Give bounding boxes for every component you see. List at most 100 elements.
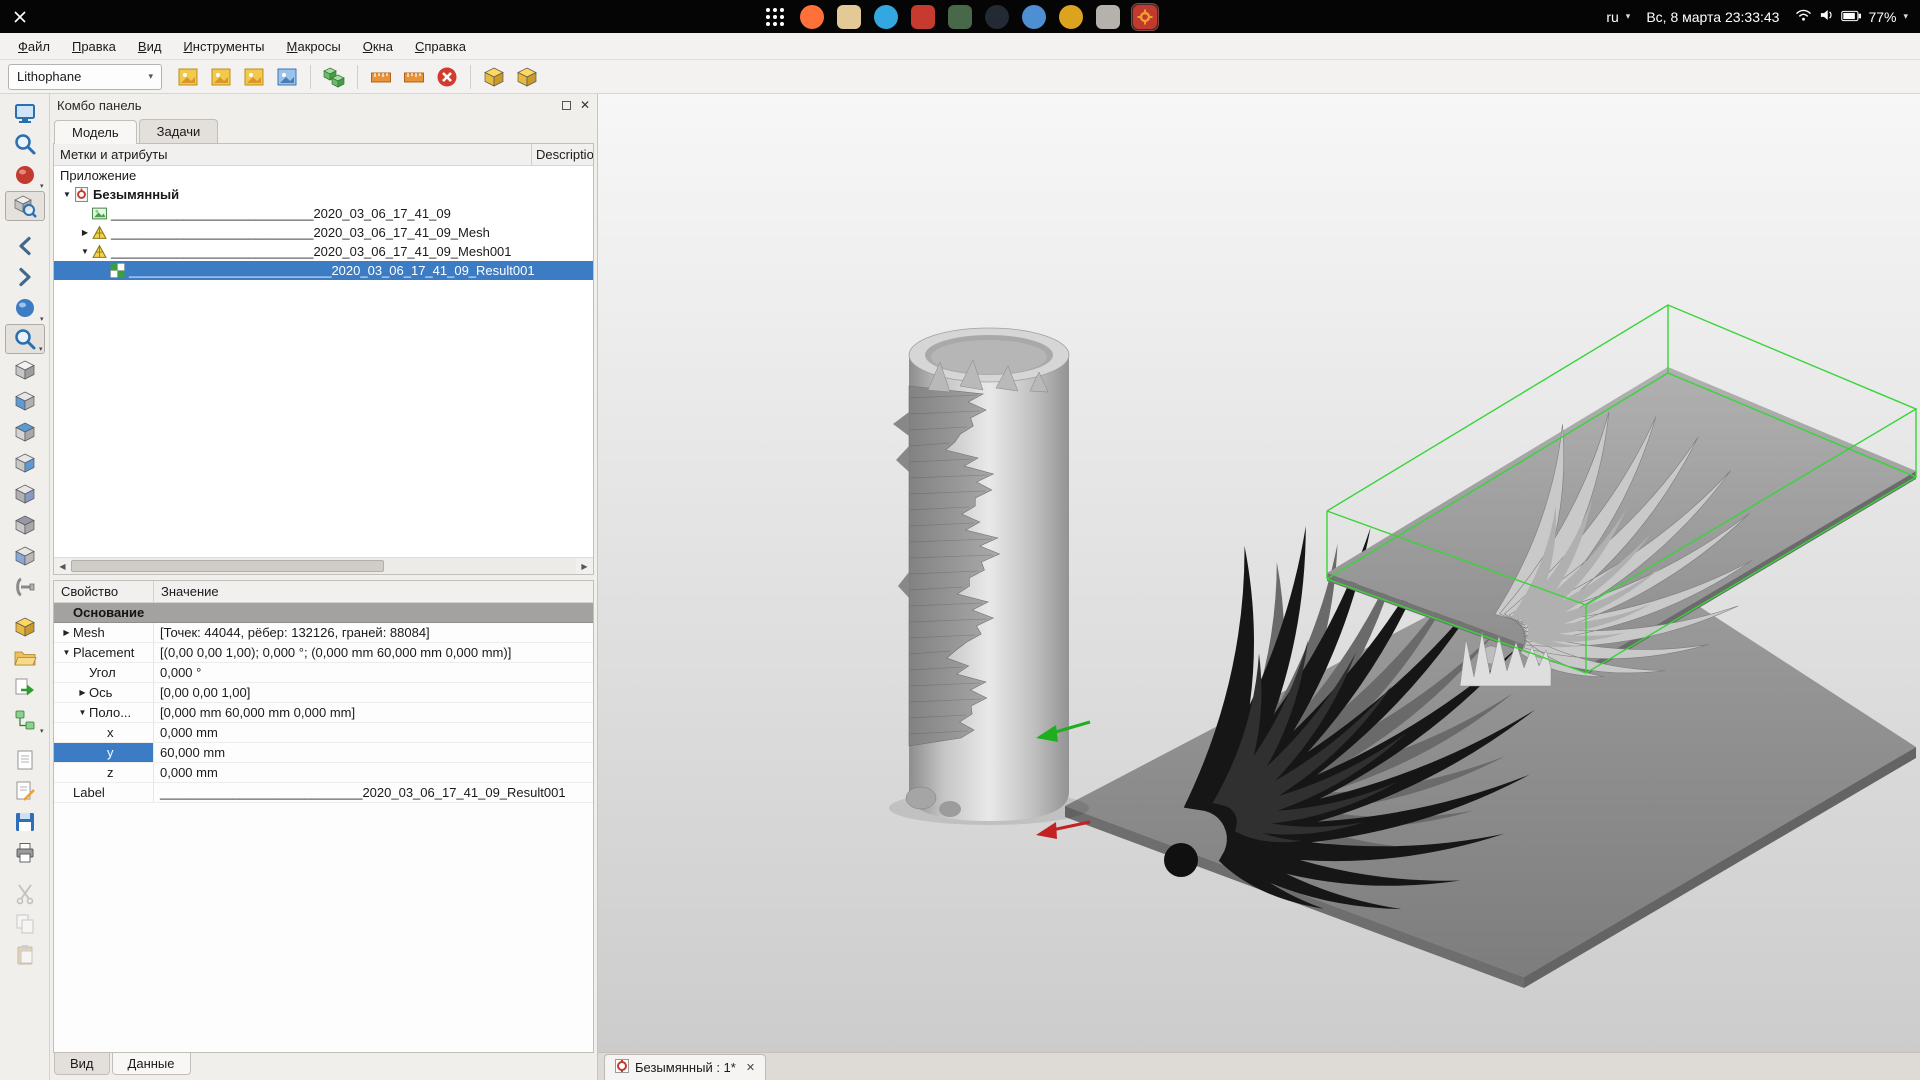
std-views-icon[interactable] — [5, 98, 45, 128]
property-name[interactable]: ▶Ось — [54, 683, 154, 702]
solid-cube-icon[interactable] — [479, 62, 509, 92]
property-value[interactable]: [0,000 mm 60,000 mm 0,000 mm] — [154, 703, 593, 722]
mesh-cube-icon[interactable] — [512, 62, 542, 92]
expand-icon[interactable]: ▶ — [76, 688, 89, 697]
apps-grid-icon[interactable] — [762, 4, 788, 30]
nav-back-icon[interactable] — [5, 231, 45, 261]
tree-item[interactable]: ▼____________________________2020_03_06_… — [54, 242, 593, 261]
lithophane-box-icon[interactable] — [206, 62, 236, 92]
property-name[interactable]: ▼Placement — [54, 643, 154, 662]
system-status-area[interactable]: 77% ▾ — [1795, 8, 1908, 25]
freecad-icon[interactable] — [1132, 4, 1158, 30]
tree-view-icon[interactable]: ▾ — [5, 705, 45, 735]
zoom-icon[interactable] — [5, 129, 45, 159]
collapse-icon[interactable]: ▼ — [76, 708, 89, 717]
collapse-icon[interactable]: ▼ — [78, 247, 92, 256]
axonometric-view-icon[interactable] — [5, 355, 45, 385]
property-name[interactable]: x — [54, 723, 154, 742]
property-value[interactable]: 60,000 mm — [154, 743, 593, 762]
property-row[interactable]: ▼Placement[(0,00 0,00 1,00); 0,000 °; (0… — [54, 643, 593, 663]
tree-item[interactable]: ▶____________________________2020_03_06_… — [54, 223, 593, 242]
nav-forward-icon[interactable] — [5, 262, 45, 292]
property-value[interactable]: 0,000 ° — [154, 663, 593, 682]
menu-item-5[interactable]: Окна — [353, 36, 403, 57]
property-row[interactable]: Label____________________________2020_03… — [54, 783, 593, 803]
measure-distance-icon[interactable] — [5, 572, 45, 602]
tree-item[interactable]: ____________________________2020_03_06_1… — [54, 261, 593, 280]
save-icon[interactable] — [5, 807, 45, 837]
property-row[interactable]: Угол0,000 ° — [54, 663, 593, 683]
property-value[interactable]: 0,000 mm — [154, 763, 593, 782]
measure-plate-icon[interactable] — [399, 62, 429, 92]
print-icon[interactable] — [5, 838, 45, 868]
property-name[interactable]: ▶Mesh — [54, 623, 154, 642]
lithophane-cylinder-icon[interactable] — [239, 62, 269, 92]
property-row[interactable]: y60,000 mm — [54, 743, 593, 763]
menu-item-4[interactable]: Макросы — [276, 36, 350, 57]
property-name[interactable]: ▼Поло... — [54, 703, 154, 722]
property-name[interactable]: Угол — [54, 663, 154, 682]
bottom-view-icon[interactable] — [5, 510, 45, 540]
browser-icon[interactable] — [1021, 4, 1047, 30]
part-box-icon[interactable] — [5, 612, 45, 642]
edit-doc-icon[interactable] — [5, 776, 45, 806]
tab-Задачи[interactable]: Задачи — [139, 119, 219, 143]
property-row[interactable]: ▶Mesh[Точек: 44044, рёбер: 132126, гране… — [54, 623, 593, 643]
video-icon[interactable] — [910, 4, 936, 30]
property-name[interactable]: z — [54, 763, 154, 782]
property-value[interactable]: [Точек: 44044, рёбер: 132126, граней: 88… — [154, 623, 593, 642]
scrollbar-track[interactable] — [71, 558, 576, 574]
isometric-icon[interactable]: ▾ — [5, 293, 45, 323]
expand-icon[interactable]: ▶ — [78, 228, 92, 237]
files-icon[interactable] — [836, 4, 862, 30]
property-row[interactable]: ▶Ось[0,00 0,00 1,00] — [54, 683, 593, 703]
tree-horizontal-scrollbar[interactable]: ◀ ▶ — [54, 557, 593, 574]
float-panel-icon[interactable] — [562, 101, 571, 110]
close-panel-icon[interactable]: ✕ — [580, 99, 590, 111]
game-icon[interactable] — [1058, 4, 1084, 30]
3d-viewport[interactable]: Безымянный : 1* ✕ — [598, 94, 1920, 1080]
clock[interactable]: Вс, 8 марта 23:33:43 — [1646, 9, 1779, 25]
lithophane-viewer-icon[interactable] — [272, 62, 302, 92]
property-value[interactable]: [0,00 0,00 1,00] — [154, 683, 593, 702]
menu-item-1[interactable]: Правка — [62, 36, 126, 57]
property-row[interactable]: x0,000 mm — [54, 723, 593, 743]
firefox-icon[interactable] — [799, 4, 825, 30]
merge-mesh-icon[interactable] — [319, 62, 349, 92]
menu-item-3[interactable]: Инструменты — [173, 36, 274, 57]
top-view-icon[interactable] — [5, 417, 45, 447]
property-row[interactable]: ▼Поло...[0,000 mm 60,000 mm 0,000 mm] — [54, 703, 593, 723]
close-icon[interactable] — [14, 0, 26, 33]
property-value[interactable]: 0,000 mm — [154, 723, 593, 742]
menu-item-6[interactable]: Справка — [405, 36, 476, 57]
search-app-icon[interactable] — [984, 4, 1010, 30]
scroll-left-icon[interactable]: ◀ — [54, 562, 71, 571]
new-doc-icon[interactable] — [5, 745, 45, 775]
menu-item-2[interactable]: Вид — [128, 36, 172, 57]
property-row[interactable]: z0,000 mm — [54, 763, 593, 783]
property-value[interactable]: ____________________________2020_03_06_1… — [154, 783, 593, 802]
property-name[interactable]: Label — [54, 783, 154, 802]
scroll-right-icon[interactable]: ▶ — [576, 562, 593, 571]
collapse-icon[interactable]: ▼ — [60, 648, 73, 657]
tree-item[interactable]: ____________________________2020_03_06_1… — [54, 204, 593, 223]
fit-zoom-icon[interactable]: ▾ — [5, 324, 45, 354]
collapse-icon[interactable]: ▼ — [60, 190, 74, 199]
rear-view-icon[interactable] — [5, 479, 45, 509]
lithophane-image-icon[interactable] — [173, 62, 203, 92]
measure-box-icon[interactable] — [366, 62, 396, 92]
tab-Данные[interactable]: Данные — [112, 1053, 191, 1075]
keyboard-layout-indicator[interactable]: ru ▾ — [1606, 9, 1630, 25]
calculator-icon[interactable] — [947, 4, 973, 30]
property-name[interactable]: y — [54, 743, 154, 762]
abort-icon[interactable] — [432, 62, 462, 92]
menu-item-0[interactable]: Файл — [8, 36, 60, 57]
tab-Вид[interactable]: Вид — [54, 1053, 110, 1075]
right-view-icon[interactable] — [5, 448, 45, 478]
close-tab-icon[interactable]: ✕ — [746, 1061, 755, 1074]
messenger-icon[interactable] — [873, 4, 899, 30]
tree-item[interactable]: ▼Безымянный — [54, 185, 593, 204]
left-view-icon[interactable] — [5, 541, 45, 571]
box-zoom-icon[interactable] — [5, 191, 45, 221]
document-tab[interactable]: Безымянный : 1* ✕ — [604, 1054, 766, 1080]
